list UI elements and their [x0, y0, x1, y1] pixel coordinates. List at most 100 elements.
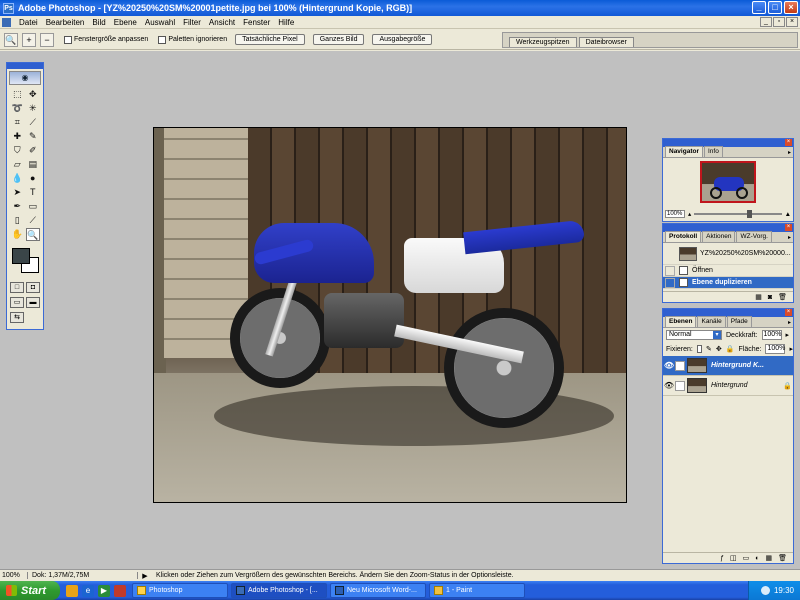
dodge-tool-icon[interactable]: ● [26, 172, 41, 185]
tab-channels[interactable]: Kanäle [697, 316, 726, 327]
type-tool-icon[interactable]: T [26, 186, 41, 199]
layer-style-icon[interactable]: ƒ [720, 555, 724, 562]
tab-brushes[interactable]: Werkzeugspitzen [509, 37, 577, 47]
maximize-button[interactable]: □ [768, 1, 782, 14]
tab-actions[interactable]: Aktionen [702, 231, 736, 242]
status-doc-size[interactable]: Dok: 1,37M/2,75M [28, 572, 138, 579]
tab-file-browser[interactable]: Dateibrowser [578, 37, 634, 47]
quicklaunch-ie-icon[interactable]: e [82, 584, 94, 597]
fit-on-screen-button[interactable]: Ganzes Bild [312, 34, 365, 45]
move-lock-icon[interactable]: ✥ [716, 345, 722, 353]
history-item-duplicate-layer[interactable]: Ebene duplizieren [663, 277, 793, 289]
zoom-tool-preset-icon[interactable]: 🔍 [4, 32, 18, 47]
toolbox-titlebar[interactable] [7, 63, 43, 69]
doc-minimize-button[interactable]: _ [760, 17, 772, 27]
history-snapshot[interactable]: YZ%20250%20SM%20000... [663, 243, 793, 265]
photoshop-logo-icon[interactable]: ◉ [9, 71, 41, 85]
start-button[interactable]: Start [0, 581, 60, 600]
snapshot-icon[interactable]: ◙ [768, 294, 772, 301]
slice-tool-icon[interactable]: ⟋ [26, 116, 41, 129]
eyedropper-tool-icon[interactable]: ⟋ [26, 214, 41, 227]
mask-icon[interactable]: ◫ [730, 554, 737, 562]
gradient-tool-icon[interactable]: ▤ [26, 158, 41, 171]
opacity-arrow-icon[interactable]: ▸ [786, 331, 790, 339]
menu-ebene[interactable]: Ebene [110, 18, 141, 27]
status-zoom-field[interactable]: 100% [0, 572, 28, 579]
menu-filter[interactable]: Filter [179, 18, 205, 27]
new-layer-icon[interactable]: ▦ [765, 554, 772, 562]
layer-row[interactable]: 👁 Hintergrund 🔒 [663, 376, 793, 396]
doc-close-button[interactable]: × [786, 17, 798, 27]
layer-set-icon[interactable]: ▭ [743, 554, 750, 562]
clock[interactable]: 19:30 [774, 586, 794, 595]
screen-mode-full-icon[interactable]: ▬ [26, 297, 40, 308]
pen-tool-icon[interactable]: ✒ [10, 200, 25, 213]
marquee-tool-icon[interactable]: ⬚ [10, 88, 25, 101]
trash-icon[interactable]: 🗑 [778, 554, 787, 562]
layer-row[interactable]: 👁 ✎ Hintergrund K... [663, 356, 793, 376]
menu-auswahl[interactable]: Auswahl [141, 18, 179, 27]
trash-icon[interactable]: 🗑 [778, 293, 787, 301]
history-item-open[interactable]: Öffnen [663, 265, 793, 277]
task-word[interactable]: Neu Microsoft Word-... [330, 583, 426, 598]
navigator-zoom-slider[interactable] [694, 210, 782, 218]
blur-tool-icon[interactable]: 💧 [10, 172, 25, 185]
status-menu-arrow-icon[interactable]: ▶ [138, 572, 152, 580]
lock-all-icon[interactable]: 🔒 [726, 345, 735, 353]
resize-windows-checkbox[interactable]: Fenstergröße anpassen [64, 35, 148, 44]
jump-to-imageready-icon[interactable]: ⇆ [10, 312, 24, 323]
brush-tool-icon[interactable]: ✎ [26, 130, 41, 143]
zoom-in-icon[interactable]: + [22, 32, 36, 47]
menu-ansicht[interactable]: Ansicht [205, 18, 239, 27]
close-icon[interactable]: × [785, 224, 792, 231]
path-selection-tool-icon[interactable]: ➤ [10, 186, 25, 199]
quicklaunch-media-icon[interactable]: ▶ [98, 584, 110, 597]
crop-tool-icon[interactable]: ⌗ [10, 116, 25, 129]
task-adobe-photoshop[interactable]: Adobe Photoshop - [... [231, 583, 327, 598]
tab-history[interactable]: Protokoll [665, 231, 702, 242]
fill-field[interactable]: 100% [765, 344, 786, 354]
close-icon[interactable]: × [785, 139, 792, 146]
opacity-field[interactable]: 100% [761, 330, 782, 340]
checkbox-box[interactable] [64, 35, 72, 44]
image-canvas[interactable] [153, 127, 627, 503]
hand-tool-icon[interactable]: ✋ [10, 228, 25, 241]
healing-brush-tool-icon[interactable]: ✚ [10, 130, 25, 143]
screen-mode-standard-icon[interactable]: ▭ [10, 297, 24, 308]
close-icon[interactable]: × [785, 309, 792, 316]
chevron-down-icon[interactable]: ▾ [713, 331, 721, 339]
menu-bearbeiten[interactable]: Bearbeiten [42, 18, 89, 27]
lasso-tool-icon[interactable]: ➰ [10, 102, 25, 115]
link-box[interactable] [675, 380, 685, 391]
tab-layers[interactable]: Ebenen [665, 316, 697, 327]
eye-icon[interactable]: 👁 [663, 381, 675, 390]
eraser-tool-icon[interactable]: ▱ [10, 158, 25, 171]
checkbox-box[interactable] [158, 35, 167, 44]
zoom-tool-icon[interactable]: 🔍 [25, 228, 40, 241]
history-brush-tool-icon[interactable]: ✐ [26, 144, 41, 157]
foreground-color-swatch[interactable] [12, 248, 30, 264]
notes-tool-icon[interactable]: ▯ [10, 214, 25, 227]
tab-paths[interactable]: Pfade [726, 316, 752, 327]
zoom-in-icon[interactable]: ▲ [785, 211, 791, 218]
brush-lock-icon[interactable]: ✎ [706, 345, 712, 353]
document-icon[interactable] [2, 17, 11, 27]
minimize-button[interactable]: _ [752, 1, 766, 14]
adjustment-layer-icon[interactable]: ◐ [755, 555, 759, 562]
close-button[interactable]: × [784, 1, 798, 14]
palette-menu-icon[interactable]: ▸ [788, 149, 791, 156]
history-brush-source-box[interactable] [665, 277, 675, 288]
quicklaunch-folder-icon[interactable] [66, 584, 78, 597]
ignore-palettes-checkbox[interactable]: Paletten ignorieren [158, 35, 227, 44]
navigator-zoom-field[interactable]: 100% [665, 210, 685, 218]
menu-bild[interactable]: Bild [88, 18, 109, 27]
navigator-thumbnail[interactable] [700, 161, 756, 203]
slider-knob[interactable] [746, 210, 752, 218]
menu-hilfe[interactable]: Hilfe [274, 18, 298, 27]
zoom-out-icon[interactable]: ▴ [688, 210, 691, 218]
actual-pixels-button[interactable]: Tatsächliche Pixel [235, 34, 305, 45]
brush-icon[interactable]: ✎ [675, 360, 685, 371]
tab-info[interactable]: Info [703, 146, 723, 157]
new-document-icon[interactable]: ▦ [755, 293, 762, 301]
tray-icon[interactable] [760, 586, 770, 595]
